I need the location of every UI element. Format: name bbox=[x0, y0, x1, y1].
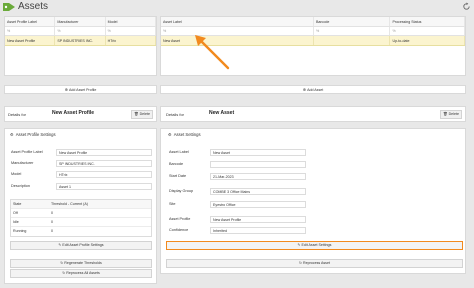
table-cell: 0 bbox=[51, 229, 53, 233]
manufacturer-field[interactable]: SP INDUSTRIES INC. bbox=[56, 160, 152, 167]
table-cell: Idle bbox=[13, 220, 19, 224]
table-cell: Off bbox=[13, 211, 18, 215]
column-header[interactable]: Model bbox=[106, 17, 156, 26]
filter-input[interactable]: % bbox=[106, 27, 156, 35]
asset-name: New Asset bbox=[209, 110, 235, 116]
refresh-icon: ↻ bbox=[299, 261, 303, 265]
grid-filter-row: % % % bbox=[5, 27, 156, 36]
filter-input[interactable]: % bbox=[5, 27, 56, 35]
gear-icon: ⚙ bbox=[10, 132, 14, 137]
profile-name: New Asset Profile bbox=[52, 110, 95, 116]
annotation-arrow-icon bbox=[195, 35, 230, 70]
field-label: Model bbox=[11, 172, 22, 176]
field-label: Display Group bbox=[169, 189, 194, 193]
table-header-row: State Threshold - Current (A) bbox=[11, 200, 151, 209]
plus-icon: ⊕ bbox=[64, 87, 68, 92]
filter-input[interactable]: % bbox=[390, 27, 465, 35]
field-label: Manufacturer bbox=[11, 161, 34, 165]
table-row[interactable]: Running 0 bbox=[11, 227, 151, 236]
gear-icon: ⚙ bbox=[168, 132, 172, 137]
field-label: Barcode bbox=[169, 162, 184, 166]
column-header[interactable]: Asset Profile Label bbox=[5, 17, 56, 26]
app-title: Assets bbox=[18, 1, 49, 12]
field-label: Asset Profile Label bbox=[11, 150, 43, 154]
table-row[interactable]: New Asset Profile SP INDUSTRIES INC. HTr… bbox=[5, 36, 156, 46]
details-for-label: Details for bbox=[166, 112, 185, 117]
asset-details-header: Details for New Asset 🗑 Delete bbox=[160, 106, 466, 122]
asset-settings-panel: ⚙ Asset Settings Asset Label New Asset Ba… bbox=[160, 128, 466, 274]
settings-title: ⚙ Asset Profile Settings bbox=[10, 132, 56, 137]
table-cell: New Asset bbox=[161, 36, 314, 45]
column-header[interactable]: Barcode bbox=[314, 17, 391, 26]
reprocess-all-assets-button[interactable]: ↻ Reprocess All Assets bbox=[10, 269, 152, 278]
edit-icon: ✎ bbox=[58, 243, 62, 247]
asset-label-field[interactable]: New Asset bbox=[210, 149, 306, 156]
site-field[interactable]: Eyestro Office bbox=[210, 201, 306, 208]
delete-profile-button[interactable]: 🗑 Delete bbox=[131, 110, 153, 119]
table-cell: 0 bbox=[51, 220, 53, 224]
column-header[interactable]: Manufacturer bbox=[55, 17, 106, 26]
threshold-table: State Threshold - Current (A) Off 0 Idle… bbox=[10, 199, 152, 237]
trash-icon: 🗑 bbox=[443, 112, 448, 116]
column-header: Threshold - Current (A) bbox=[51, 202, 88, 206]
grid-header: Asset Label Barcode Processing Status bbox=[161, 17, 465, 27]
regenerate-thresholds-button[interactable]: ↻ Regenerate Thresholds bbox=[10, 259, 152, 268]
table-cell: HTrix bbox=[106, 36, 156, 45]
field-label: Asset Label bbox=[169, 150, 189, 154]
app-header: Assets bbox=[0, 0, 474, 14]
filter-input[interactable]: % bbox=[55, 27, 106, 35]
column-header[interactable]: Asset Label bbox=[161, 17, 314, 26]
add-asset-profile-button[interactable]: ⊕Add Asset Profile bbox=[4, 85, 157, 94]
refresh-icon: ↻ bbox=[60, 261, 64, 265]
edit-asset-profile-settings-button[interactable]: ✎ Edit Asset Profile Settings bbox=[10, 241, 152, 250]
asset-profile-field[interactable]: New Asset Profile bbox=[210, 216, 306, 223]
asset-profile-label-field[interactable]: New Asset Profile bbox=[56, 149, 152, 156]
field-label: Start Date bbox=[169, 174, 187, 178]
start-date-field[interactable]: 21-Mar-2023 bbox=[210, 173, 306, 180]
field-label: Site bbox=[169, 202, 176, 206]
model-field[interactable]: HTrix bbox=[56, 171, 152, 178]
table-cell: 0 bbox=[51, 211, 53, 215]
settings-title: ⚙ Asset Settings bbox=[168, 132, 201, 137]
table-cell bbox=[314, 36, 391, 45]
tag-icon bbox=[3, 3, 15, 11]
refresh-icon[interactable] bbox=[462, 2, 471, 11]
edit-icon: ✎ bbox=[297, 243, 301, 247]
confidence-field[interactable]: Inherited bbox=[210, 227, 306, 234]
description-field[interactable]: Asset 1 bbox=[56, 183, 152, 190]
trash-icon: 🗑 bbox=[134, 112, 139, 116]
column-header[interactable]: Processing Status bbox=[390, 17, 465, 26]
table-row[interactable]: Off 0 bbox=[11, 209, 151, 218]
display-group-field[interactable]: COMBE 3 Office Mains bbox=[210, 188, 306, 195]
plus-icon: ⊕ bbox=[302, 87, 307, 92]
refresh-icon: ↻ bbox=[62, 271, 66, 275]
reprocess-asset-button[interactable]: ↻ Reprocess Asset bbox=[166, 259, 463, 268]
table-cell: Up-to-date bbox=[390, 36, 465, 45]
delete-asset-button[interactable]: 🗑 Delete bbox=[440, 110, 462, 119]
field-label: Confidence bbox=[169, 228, 189, 232]
filter-input[interactable]: % bbox=[161, 27, 314, 35]
column-header: State bbox=[13, 202, 22, 206]
details-for-label: Details for bbox=[8, 112, 27, 117]
grid-header: Asset Profile Label Manufacturer Model bbox=[5, 17, 156, 27]
table-cell: SP INDUSTRIES INC. bbox=[55, 36, 106, 45]
field-label: Description bbox=[11, 184, 30, 188]
asset-profile-grid: Asset Profile Label Manufacturer Model %… bbox=[4, 16, 157, 76]
profile-details-header: Details for New Asset Profile 🗑 Delete bbox=[4, 106, 157, 122]
barcode-field[interactable] bbox=[210, 161, 306, 168]
edit-asset-settings-button[interactable]: ✎ Edit Asset Settings bbox=[166, 241, 463, 250]
table-cell: New Asset Profile bbox=[5, 36, 56, 45]
table-row[interactable]: Idle 0 bbox=[11, 218, 151, 227]
add-asset-button[interactable]: ⊕Add Asset bbox=[160, 85, 466, 94]
asset-profile-settings-panel: ⚙ Asset Profile Settings Asset Profile La… bbox=[4, 128, 157, 284]
filter-input[interactable]: % bbox=[314, 27, 391, 35]
table-cell: Running bbox=[13, 229, 27, 233]
field-label: Asset Profile bbox=[169, 217, 191, 221]
